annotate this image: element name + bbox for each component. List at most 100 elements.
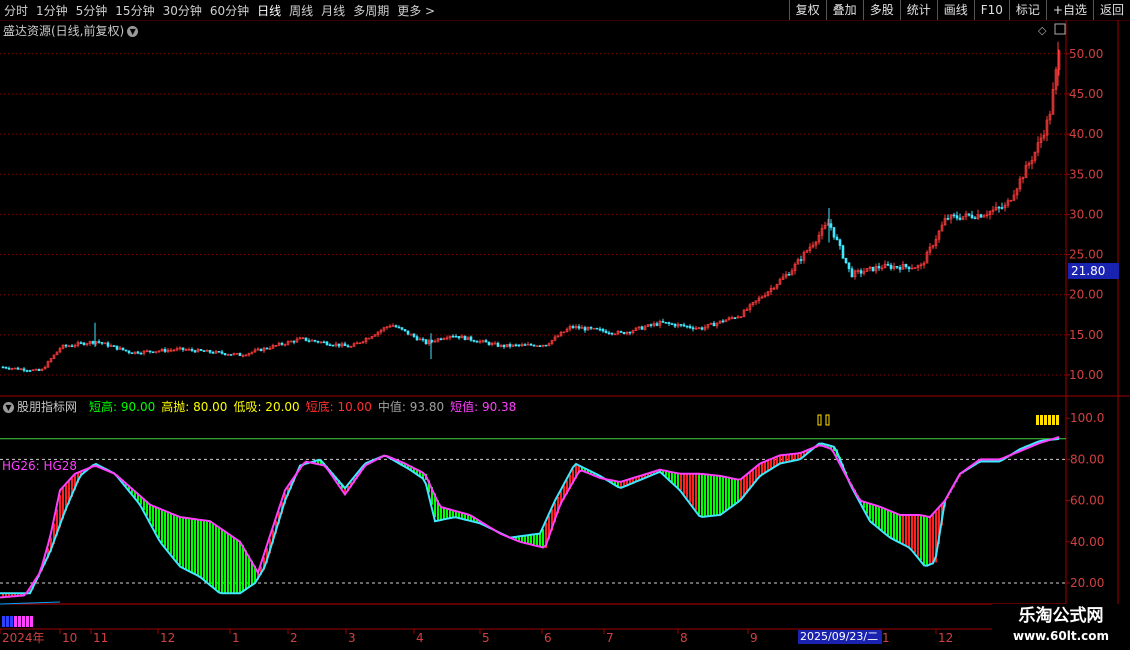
indicator-fill-bar — [530, 534, 532, 545]
ind-tick-label-2: 60.00 — [1070, 494, 1104, 508]
indicator-fill-bar — [176, 515, 178, 562]
candle-body — [457, 336, 461, 339]
indicator-fill-bar — [869, 503, 871, 520]
candle-body — [409, 333, 413, 336]
candle-body — [973, 217, 977, 220]
indicator-fill-bar — [533, 534, 535, 546]
candle-body — [25, 370, 29, 372]
cursor-date-badge: 2025/09/23/二 — [798, 630, 882, 644]
candle-body — [400, 327, 404, 330]
candle-body — [463, 335, 467, 340]
candle-body — [628, 331, 632, 334]
candle-body — [136, 351, 140, 354]
candle-body — [619, 331, 623, 333]
indicator-fill-bar — [710, 474, 712, 517]
price-tick-label-5: 25.00 — [1069, 248, 1103, 262]
candle-body — [394, 325, 398, 328]
candle-body — [229, 354, 233, 356]
indicator-fill-bar — [929, 516, 931, 565]
indicator-fill-bar — [890, 510, 892, 538]
bottom-marker — [6, 616, 9, 627]
candle-body — [16, 367, 20, 370]
indicator-fill-bar — [728, 477, 730, 510]
signal-marker — [1044, 415, 1047, 425]
candle-body — [871, 266, 875, 272]
candle-body — [595, 327, 599, 330]
candle-body — [496, 342, 500, 347]
candle-body — [28, 370, 32, 372]
candle-body — [469, 336, 473, 341]
indicator-fill-bar — [896, 513, 898, 541]
candle-body — [952, 214, 956, 217]
candle-body — [412, 333, 416, 337]
bottom-marker — [26, 616, 29, 627]
time-label-5: 2 — [290, 631, 298, 645]
chart-canvas[interactable]: 50.00 45.00 40.00 35.00 30.00 25.00 20.00 15.00… — [0, 0, 1130, 650]
candle-body — [529, 343, 533, 346]
candle-body — [115, 345, 119, 350]
indicator-fill-bar — [932, 514, 934, 564]
candle-body — [487, 341, 491, 345]
candle-body — [571, 326, 575, 328]
indicator-fill-bar — [722, 476, 724, 514]
time-label-1: 10 — [62, 631, 77, 645]
candle-body — [502, 344, 506, 348]
signal-marker — [817, 414, 822, 426]
candle-body — [601, 328, 605, 332]
indicator-fill-bar — [917, 515, 919, 557]
candle-body — [517, 344, 521, 347]
candle-body — [148, 350, 152, 353]
candle-body — [127, 350, 131, 354]
candle-body — [181, 347, 185, 350]
price-tick-label-6: 20.00 — [1069, 288, 1103, 302]
bottom-marker — [2, 616, 5, 627]
indicator-fill-bar — [524, 535, 526, 543]
candle-body — [1, 366, 5, 369]
candle-body — [265, 347, 269, 350]
candle-body — [280, 342, 284, 345]
bottom-marker — [18, 616, 21, 627]
candle-body — [331, 344, 335, 347]
indicator-fill-bar — [527, 535, 529, 544]
candle-body — [37, 368, 41, 371]
indicator-fill-bar — [218, 526, 220, 592]
candle-body — [649, 324, 653, 326]
indicator-fill-bar — [923, 515, 925, 565]
candle-body — [583, 327, 587, 331]
candle-body — [895, 266, 899, 268]
candle-body — [685, 325, 689, 328]
indicator-fill-bar — [671, 471, 673, 482]
candle-body — [313, 339, 317, 342]
candle-body — [700, 327, 704, 330]
candle-body — [91, 341, 95, 344]
indicator-fill-bar — [242, 545, 244, 592]
candle-body — [322, 341, 326, 344]
signal-marker — [1048, 415, 1051, 425]
candle-body — [508, 344, 512, 347]
candle-body — [292, 340, 296, 343]
chevron-down-icon[interactable]: ▼ — [3, 402, 14, 413]
indicator-fill-bar — [227, 532, 229, 594]
candle-body — [889, 264, 893, 269]
price-tick-label-7: 15.00 — [1069, 328, 1103, 342]
candle-body — [829, 223, 833, 228]
indicator-fill-bar — [866, 502, 868, 514]
candle-body — [832, 227, 836, 238]
candle-body — [451, 335, 455, 338]
indicator-fill-bar — [194, 519, 196, 574]
candle-body — [904, 263, 908, 268]
candle-body — [688, 325, 692, 328]
candle-body — [202, 350, 206, 352]
indicator-fill-bar — [200, 519, 202, 577]
bottom-marker — [22, 616, 25, 627]
candle-body — [610, 332, 614, 335]
time-label-13: 1 — [882, 631, 890, 645]
indicator-fill-bar — [197, 519, 199, 576]
candle-body — [514, 344, 518, 347]
indicator-fill-bar — [236, 539, 238, 594]
window-toggle-icon — [1054, 23, 1066, 35]
price-tick-label-3: 35.00 — [1069, 167, 1103, 181]
indicator-fill-bar — [683, 473, 685, 495]
candle-body — [946, 218, 950, 220]
candle-body — [190, 348, 194, 351]
